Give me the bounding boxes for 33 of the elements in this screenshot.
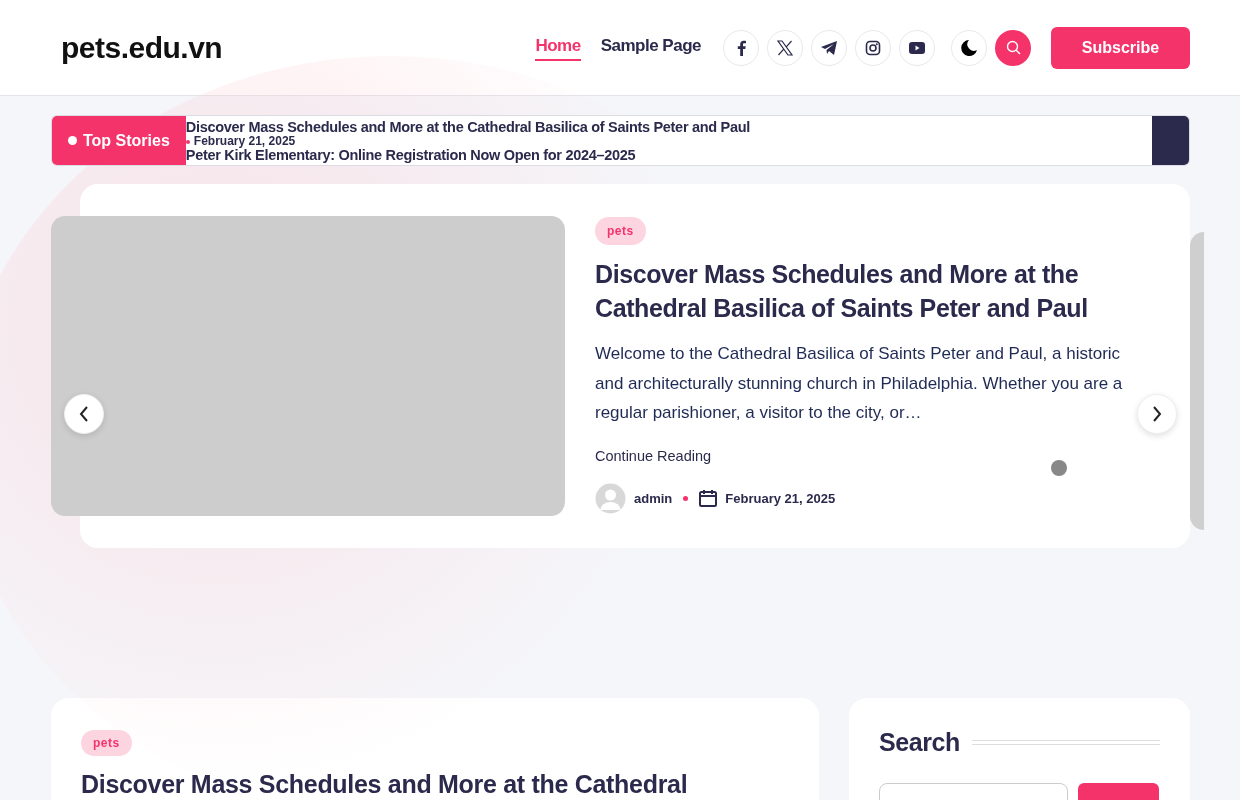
chevron-right-icon: [1152, 406, 1162, 422]
slide-excerpt: Welcome to the Cathedral Basilica of Saints Peter and Paul, a historic and architecturally stunning church in Philadelphia. Whether you are a regular parishioner, a visitor to the city, or…: [595, 343, 1124, 424]
moon-icon: [960, 38, 978, 57]
author-name[interactable]: admin: [634, 490, 673, 506]
social-link[interactable]: [723, 29, 759, 66]
site-logo[interactable]: pets.edu.vn: [61, 30, 536, 65]
top-stories-label: Top Stories: [52, 116, 186, 165]
search-icon: [1005, 40, 1021, 55]
social-link[interactable]: [855, 29, 891, 66]
search-button[interactable]: [995, 29, 1031, 66]
nav-link[interactable]: Home: [535, 34, 581, 61]
chevron-left-icon: [79, 406, 89, 422]
x-logo-icon: [777, 39, 793, 56]
paper-plane-icon: [820, 39, 838, 56]
ticker-date: February 21, 2025: [185, 135, 1152, 148]
widget-title: Search: [879, 728, 960, 757]
social-link[interactable]: [899, 29, 935, 66]
nav-link[interactable]: Sample Page: [600, 34, 701, 61]
post-date[interactable]: February 21, 2025: [725, 490, 836, 506]
camera-icon: [865, 39, 881, 56]
social-link[interactable]: [811, 29, 847, 66]
dark-mode-toggle[interactable]: [951, 29, 987, 66]
social-link[interactable]: [767, 29, 803, 66]
ticker-headline[interactable]: Discover Mass Schedules and More at the Cathedral Basilica of Saints Peter and Paul: [185, 120, 1152, 135]
calendar-icon: [699, 489, 718, 507]
slide-title[interactable]: Discover Mass Schedules and More at the Cathedral Basilica of Saints Peter and Paul: [595, 257, 1135, 325]
post-title[interactable]: Discover Mass Schedules and More at the Cathedral: [81, 770, 789, 799]
subscribe-button[interactable]: Subscribe: [1051, 26, 1190, 69]
ticker-headline[interactable]: Peter Kirk Elementary: Online Registration Now Open for 2024–2025: [185, 148, 1152, 163]
facebook-icon: [736, 39, 746, 56]
play-icon: [909, 41, 925, 54]
avatar-icon: [595, 482, 626, 514]
continue-reading-link[interactable]: Continue Reading: [595, 447, 712, 464]
